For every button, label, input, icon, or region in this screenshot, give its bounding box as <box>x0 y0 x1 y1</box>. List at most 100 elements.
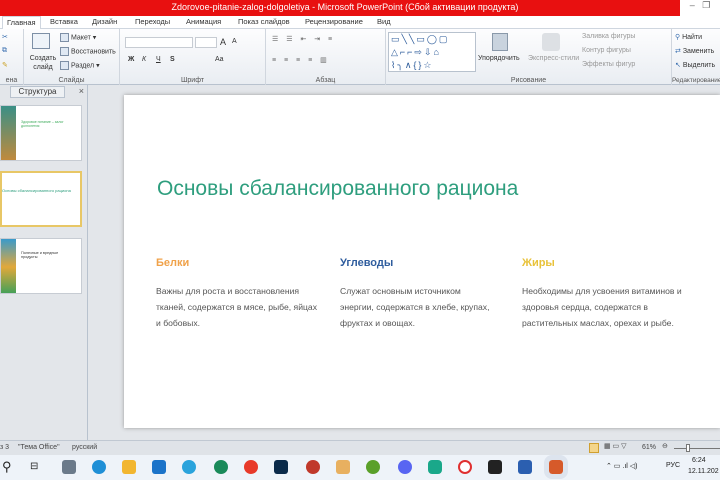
slide-title[interactable]: Основы сбалансированного рациона <box>157 177 518 201</box>
shape-effects-button[interactable]: Эффекты фигур <box>582 61 635 68</box>
zoom-level[interactable]: 61% <box>642 444 656 451</box>
language[interactable]: русский <box>72 444 97 451</box>
title-bar: Zdorovoe-pitanie-zalog-dolgoletiya - Mic… <box>0 0 720 16</box>
shape-outline-button[interactable]: Контур фигуры <box>582 47 631 54</box>
theme-name: "Тема Office" <box>18 444 60 451</box>
slide-thumbnail-1[interactable]: Здоровое питание – залог долголетия <box>0 105 82 161</box>
zoom-slider[interactable] <box>674 448 720 449</box>
status-bar: з 3 "Тема Office" русский ▦ ▭ ▽ 61% ⊖ <box>0 440 720 455</box>
section-button[interactable]: Раздел ▾ <box>60 61 100 70</box>
copy-icon[interactable]: ⧉ <box>2 47 7 55</box>
food-image <box>1 106 16 160</box>
view-buttons[interactable]: ▦ ▭ ▽ <box>604 442 627 450</box>
column-carbs[interactable]: Углеводы Служат основным источником энер… <box>340 257 490 331</box>
word-icon[interactable] <box>518 460 532 474</box>
close-panel-button[interactable]: × <box>79 86 84 96</box>
calculator-icon[interactable] <box>62 460 76 474</box>
tab-transitions[interactable]: Переходы <box>135 17 170 26</box>
edge-icon[interactable] <box>92 460 106 474</box>
grow-font-button[interactable]: A <box>220 37 226 47</box>
zoom-out-button[interactable]: ⊖ <box>662 442 668 450</box>
telegram-icon[interactable] <box>182 460 196 474</box>
clock-time[interactable]: 6:24 <box>692 457 706 464</box>
yandex-icon[interactable] <box>244 460 258 474</box>
zoom-slider-thumb[interactable] <box>686 444 690 452</box>
arrange-button[interactable]: Упорядочить <box>478 55 520 62</box>
tab-design[interactable]: Дизайн <box>92 17 117 26</box>
app-icon[interactable] <box>336 460 350 474</box>
powerpoint-icon[interactable] <box>544 455 568 479</box>
clock-date[interactable]: 12.11.202 <box>688 468 719 475</box>
find-label: Найти <box>682 34 703 41</box>
column-fats[interactable]: Жиры Необходимы для усвоения витаминов и… <box>522 257 692 331</box>
quick-styles-button[interactable]: Экспресс-стили <box>528 55 579 62</box>
normal-view-button[interactable] <box>589 443 599 453</box>
tab-slideshow[interactable]: Показ слайдов <box>238 17 290 26</box>
search-icon[interactable]: ⚲ <box>2 459 12 475</box>
select-button[interactable]: ↖ Выделить <box>675 61 715 69</box>
underline-button[interactable]: Ч <box>156 56 161 63</box>
tab-review[interactable]: Рецензирование <box>305 17 363 26</box>
discord-icon[interactable] <box>398 460 412 474</box>
group-label: Шрифт <box>180 77 205 84</box>
group-slides: Создать слайд Макет ▾ Восстановить Разде… <box>24 29 120 85</box>
photoshop-icon[interactable] <box>274 460 288 474</box>
shapes-gallery[interactable]: ▭╲╲▭◯▢ △⌐⌐⇨⇩⌂ ⌇╮∧{}☆ <box>388 32 476 72</box>
column-proteins[interactable]: Белки Важны для роста и восстановления т… <box>156 257 321 331</box>
select-label: Выделить <box>682 62 716 69</box>
column-text: Необходимы для усвоения витаминов и здор… <box>522 286 682 328</box>
input-language[interactable]: РУС <box>666 462 680 469</box>
group-label: Редактирование <box>672 77 720 84</box>
align-buttons[interactable]: ≡ ≡ ≡ ≡ ▥ <box>272 56 330 64</box>
shadow-button[interactable]: S <box>170 56 175 63</box>
restore-button[interactable]: ❐ <box>702 0 710 10</box>
replace-button[interactable]: ⇄ Заменить <box>675 47 714 55</box>
new-slide-icon[interactable] <box>32 33 50 49</box>
section-label: Раздел <box>71 62 95 70</box>
binoculars-icon: ⚲ <box>675 34 681 41</box>
reset-button[interactable]: Восстановить <box>60 47 116 56</box>
app-icon[interactable] <box>366 460 380 474</box>
tab-insert[interactable]: Вставка <box>50 17 78 26</box>
shape-fill-button[interactable]: Заливка фигуры <box>582 33 635 40</box>
layout-button[interactable]: Макет ▾ <box>60 33 96 42</box>
cut-icon[interactable]: ✂ <box>2 33 8 41</box>
tab-outline[interactable]: Структура <box>10 86 65 98</box>
thumb-title: Здоровое питание – залог долголетия <box>21 120 64 128</box>
task-view-icon[interactable]: ⊟ <box>30 461 38 472</box>
font-family-select[interactable] <box>125 37 193 48</box>
slides-panel: Структура × Здоровое питание – залог дол… <box>0 85 88 440</box>
photos-icon[interactable] <box>488 460 502 474</box>
bold-button[interactable]: Ж <box>128 56 134 63</box>
tab-view[interactable]: Вид <box>377 17 391 26</box>
mail-icon[interactable] <box>152 460 166 474</box>
new-slide-button[interactable]: Создать слайд <box>29 54 57 72</box>
taskbar: ⚲ ⊟ ⌃ ▭ .ıl ◁) РУС 6:24 12.11.202 <box>0 455 720 480</box>
app-icon[interactable] <box>214 460 228 474</box>
layout-label: Макет <box>71 34 91 42</box>
tab-animation[interactable]: Анимация <box>186 17 221 26</box>
format-painter-icon[interactable]: ✎ <box>2 61 8 69</box>
slide-thumbnail-3[interactable]: Полезные и вредные продукты <box>0 238 82 294</box>
group-label: Слайды <box>58 77 85 84</box>
ribbon: ✂ ⧉ ✎ ена Создать слайд Макет ▾ Восстано… <box>0 29 720 85</box>
font-size-select[interactable] <box>195 37 217 48</box>
app-icon[interactable] <box>306 460 320 474</box>
group-font: A A Ж К Ч S Aa Шрифт <box>120 29 266 85</box>
slide-canvas[interactable]: Основы сбалансированного рациона Белки В… <box>124 95 720 428</box>
tab-home[interactable]: Главная <box>2 16 41 29</box>
slide-thumbnail-2[interactable]: Основы сбалансированного рациона <box>0 171 82 227</box>
section-icon <box>60 61 69 70</box>
shrink-font-button[interactable]: A <box>232 38 237 45</box>
find-button[interactable]: ⚲ Найти <box>675 33 702 41</box>
app-icon[interactable] <box>428 460 442 474</box>
thumb-title: Полезные и вредные продукты <box>21 251 59 259</box>
list-buttons[interactable]: ☰ ☰ ⇤ ⇥ ≡ <box>272 35 335 43</box>
tray-icons[interactable]: ⌃ ▭ .ıl ◁) <box>606 462 637 470</box>
explorer-icon[interactable] <box>122 460 136 474</box>
yandex-browser-icon[interactable] <box>458 460 472 474</box>
change-case-button[interactable]: Aa <box>215 56 224 63</box>
minimize-button[interactable]: – <box>690 0 695 10</box>
italic-button[interactable]: К <box>142 56 146 63</box>
ribbon-tabs: Главная Вставка Дизайн Переходы Анимация… <box>0 16 720 29</box>
